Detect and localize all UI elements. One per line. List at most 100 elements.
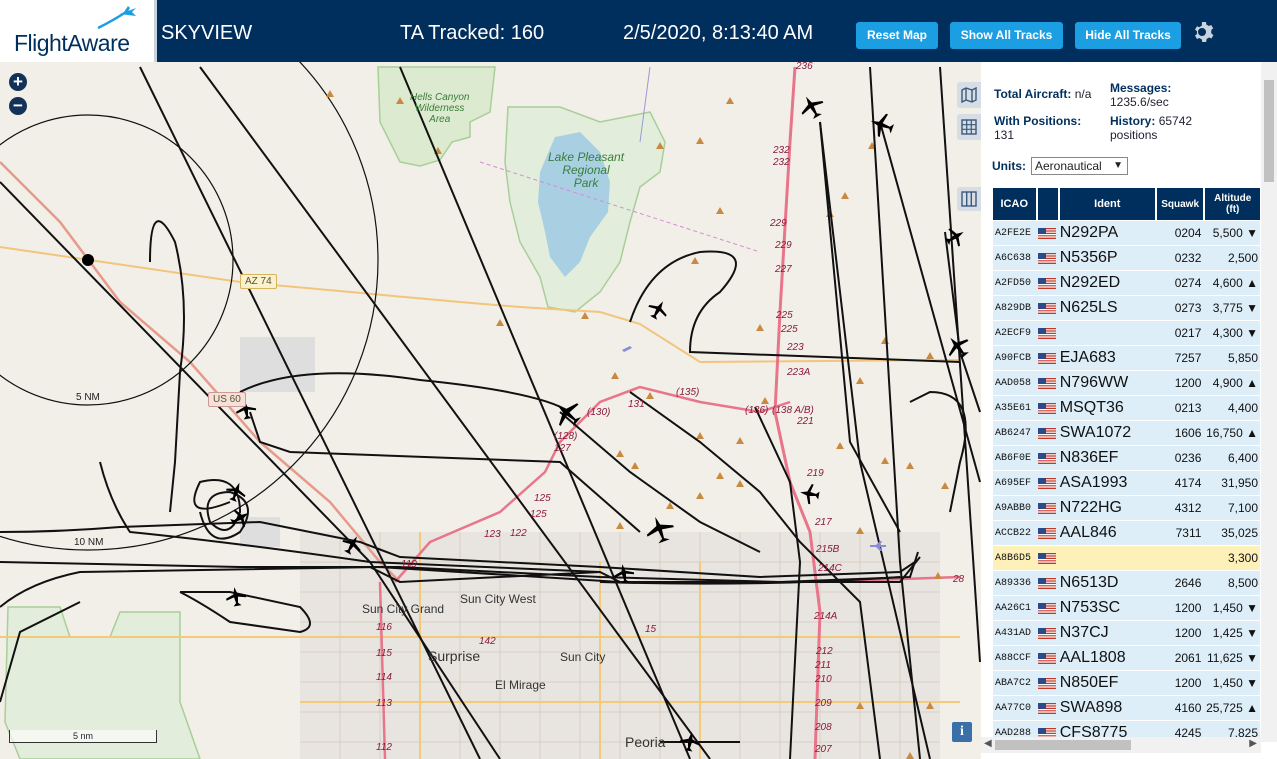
squawk-cell: 0273 (1156, 296, 1206, 320)
scrollbar-thumb-horizontal[interactable] (995, 740, 1131, 750)
units-label: Units: (992, 159, 1026, 173)
sidebar-vertical-scrollbar[interactable] (1261, 62, 1277, 742)
table-row[interactable]: A829DB N625LS 0273 3,775 ▼ (993, 296, 1260, 320)
table-row[interactable]: A89336 N6513D 2646 8,500 (993, 571, 1260, 595)
altitude-cell: 4,300 ▼ (1205, 321, 1260, 345)
units-select[interactable]: Aeronautical ▼ (1031, 157, 1128, 175)
ident-cell: N625LS (1059, 296, 1157, 320)
ident-cell: N5356P (1059, 246, 1157, 270)
grid-toggle-button[interactable] (957, 114, 981, 140)
table-row[interactable]: AB6247 SWA1072 1606 16,750 ▲ (993, 421, 1260, 445)
column-header-altitude[interactable]: Altitude (ft) (1205, 188, 1260, 220)
zoom-out-button[interactable]: − (9, 97, 27, 115)
flag-cell (1037, 396, 1060, 420)
squawk-cell: 0204 (1156, 221, 1206, 245)
us60-shield: US 60 (208, 392, 246, 407)
exit-128: (128) (554, 431, 578, 442)
column-header-flag[interactable] (1037, 188, 1060, 220)
show-all-tracks-button[interactable]: Show All Tracks (950, 22, 1063, 49)
table-row[interactable]: A6C638 N5356P 0232 2,500 (993, 246, 1260, 270)
table-row[interactable]: A8B6D5 3,300 (993, 546, 1260, 570)
table-row[interactable]: A9ABB0 N722HG 4312 7,100 (993, 496, 1260, 520)
table-row[interactable]: A2FD50 N292ED 0274 4,600 ▲ (993, 271, 1260, 295)
flag-cell (1037, 446, 1060, 470)
table-row[interactable]: ABA7C2 N850EF 1200 1,450 ▼ (993, 671, 1260, 695)
ident-cell: SWA1072 (1059, 421, 1157, 445)
i17-exit-225a: 225 (776, 310, 793, 321)
town-sun-city-west: Sun City West (460, 592, 536, 606)
exit-119: 119 (401, 559, 417, 570)
icao-cell: A431AD (993, 621, 1038, 645)
squawk-cell: 7257 (1156, 346, 1206, 370)
ident-cell: MSQT36 (1059, 396, 1157, 420)
squawk-cell (1156, 546, 1206, 570)
table-row[interactable]: A2ECF9 0217 4,300 ▼ (993, 321, 1260, 345)
table-row[interactable]: A90FCB EJA683 7257 5,850 (993, 346, 1260, 370)
table-row[interactable]: A88CCF AAL1808 2061 11,625 ▼ (993, 646, 1260, 670)
ident-cell: AAL1808 (1059, 646, 1157, 670)
gear-icon[interactable] (1192, 20, 1216, 44)
ident-cell: N836EF (1059, 446, 1157, 470)
map-view[interactable]: Hells Canyon Wilderness Area Lake Pleasa… (0, 62, 981, 759)
i17-exit-229b: 229 (775, 240, 792, 251)
table-row[interactable]: AAD058 N796WW 1200 4,900 ▲ (993, 371, 1260, 395)
table-row[interactable]: AA77C0 SWA898 4160 25,725 ▲ (993, 696, 1260, 720)
scroll-left-arrow-icon[interactable]: ◀ (984, 738, 992, 749)
i17-exit-212: 212 (816, 646, 833, 657)
us-flag-icon (1037, 503, 1056, 515)
hide-all-tracks-button[interactable]: Hide All Tracks (1075, 22, 1181, 49)
us-flag-icon (1037, 428, 1056, 440)
label-lake-pleasant: Lake Pleasant Regional Park (548, 150, 625, 190)
table-row[interactable]: AA26C1 N753SC 1200 1,450 ▼ (993, 596, 1260, 620)
icao-cell: A2FE2E (993, 221, 1038, 245)
exit-115: 115 (376, 648, 392, 659)
info-button[interactable]: i (952, 722, 972, 742)
flag-cell (1037, 696, 1060, 720)
altitude-cell: 1,450 ▼ (1205, 596, 1260, 620)
column-header-squawk[interactable]: Squawk (1156, 188, 1206, 220)
table-row[interactable]: AB6F0E N836EF 0236 6,400 (993, 446, 1260, 470)
squawk-cell: 1200 (1156, 621, 1206, 645)
table-row[interactable]: A695EF ASA1993 4174 31,950 (993, 471, 1260, 495)
table-row[interactable]: A431AD N37CJ 1200 1,425 ▼ (993, 621, 1260, 645)
flag-cell (1037, 221, 1060, 245)
table-row[interactable]: A35E61 MSQT36 0213 4,400 (993, 396, 1260, 420)
icao-cell: AB6247 (993, 421, 1038, 445)
i17-exit-210: 210 (815, 674, 832, 685)
total-aircraft-value: n/a (1074, 87, 1092, 101)
altitude-cell: 4,600 ▲ (1205, 271, 1260, 295)
scroll-right-arrow-icon[interactable]: ▶ (1249, 738, 1257, 749)
ident-cell: N37CJ (1059, 621, 1157, 645)
i17-exit-214a: 214A (814, 611, 838, 622)
altitude-cell: 1,450 ▼ (1205, 671, 1260, 695)
i17-exit-217: 217 (815, 517, 832, 528)
reset-map-button[interactable]: Reset Map (856, 22, 938, 49)
table-row[interactable]: ACCB22 AAL846 7311 35,025 (993, 521, 1260, 545)
squawk-cell: 1200 (1156, 596, 1206, 620)
ident-cell: N753SC (1059, 596, 1157, 620)
table-header-row: ICAO Ident Squawk Altitude (ft) (993, 188, 1260, 220)
flag-cell (1037, 646, 1060, 670)
flag-cell (1037, 371, 1060, 395)
column-toggle-button[interactable] (957, 187, 981, 211)
column-header-ident[interactable]: Ident (1059, 188, 1157, 220)
icao-cell: A2FD50 (993, 271, 1038, 295)
altitude-cell: 7,100 (1205, 496, 1260, 520)
icao-cell: A2ECF9 (993, 321, 1038, 345)
altitude-cell: 2,500 (1205, 246, 1260, 270)
us-flag-icon (1037, 278, 1056, 290)
map-layers-button[interactable] (957, 82, 981, 108)
flightaware-logo[interactable]: FlightAware (0, 0, 157, 62)
scrollbar-thumb[interactable] (1264, 80, 1274, 182)
road-label-28: 28 (953, 574, 965, 585)
zoom-in-button[interactable]: + (9, 73, 27, 91)
ta-tracked-count: TA Tracked: 160 (400, 22, 545, 44)
sidebar-horizontal-scrollbar[interactable]: ◀ ▶ (981, 737, 1261, 753)
ident-cell (1059, 546, 1157, 570)
flag-cell (1037, 421, 1060, 445)
units-selected-value: Aeronautical (1035, 159, 1102, 173)
table-row[interactable]: A2FE2E N292PA 0204 5,500 ▼ (993, 221, 1260, 245)
column-header-icao[interactable]: ICAO (993, 188, 1038, 220)
exit-125a: 125 (534, 493, 551, 504)
ident-cell: SWA898 (1059, 696, 1157, 720)
